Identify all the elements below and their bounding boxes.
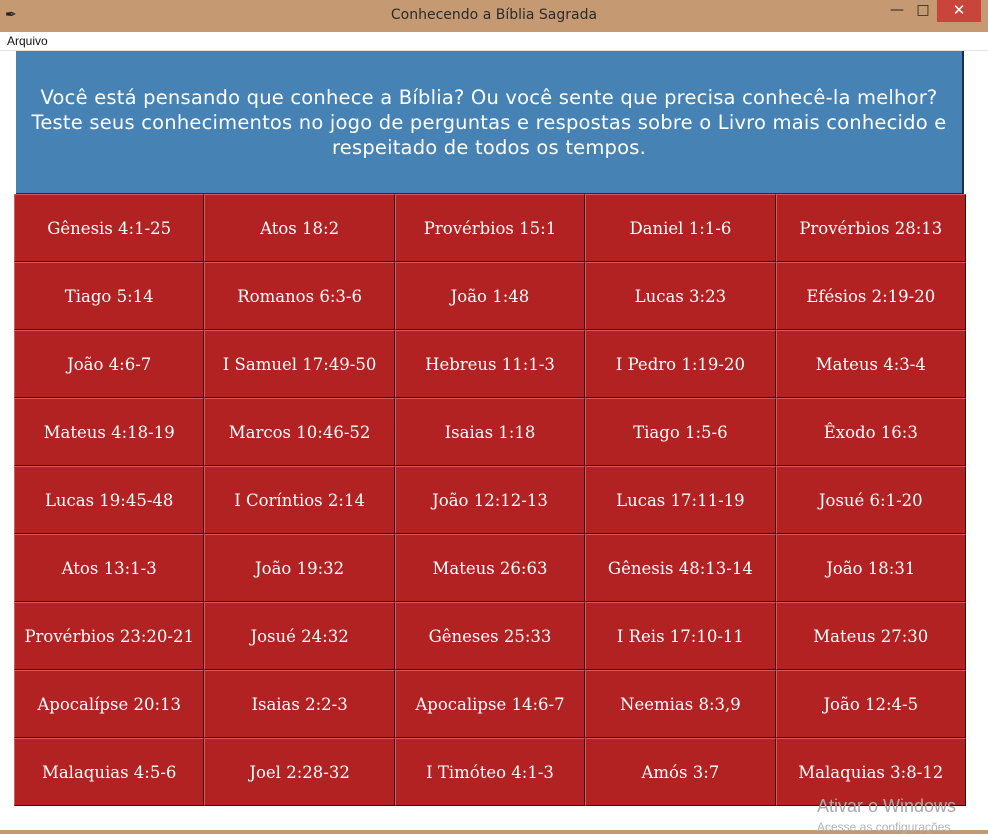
verse-button[interactable]: Neemias 8:3,9 (585, 670, 776, 738)
verse-button[interactable]: Provérbios 15:1 (394, 194, 586, 262)
verse-button[interactable]: Isaias 1:18 (394, 398, 586, 466)
verse-button[interactable]: Mateus 4:18-19 (14, 398, 205, 466)
menu-bar: Arquivo (0, 32, 988, 51)
verse-button[interactable]: Mateus 26:63 (394, 534, 586, 602)
minimize-button[interactable]: — (884, 0, 910, 22)
verse-button[interactable]: I Reis 17:10-11 (585, 602, 776, 670)
window-client-area: Arquivo Você está pensando que conhece a… (0, 32, 988, 834)
verse-button[interactable]: I Timóteo 4:1-3 (394, 738, 586, 806)
verse-button[interactable]: I Pedro 1:19-20 (585, 330, 776, 398)
close-button[interactable]: ✕ (937, 0, 981, 22)
verse-button[interactable]: Isaias 2:2-3 (204, 670, 395, 738)
verse-button[interactable]: Lucas 19:45-48 (14, 466, 205, 534)
verse-button[interactable]: Amós 3:7 (585, 738, 776, 806)
verse-button[interactable]: Gênesis 48:13-14 (585, 534, 776, 602)
verse-button[interactable]: Atos 13:1-3 (14, 534, 205, 602)
intro-text: Você está pensando que conhece a Bíblia?… (31, 85, 947, 159)
activation-watermark: Ativar o Windows (817, 796, 957, 816)
window-title: Conhecendo a Bíblia Sagrada (390, 7, 598, 23)
verse-button[interactable]: Gêneses 25:33 (394, 602, 586, 670)
maximize-button[interactable]: □ (910, 0, 936, 22)
intro-panel: Você está pensando que conhece a Bíblia?… (16, 51, 964, 195)
verse-button[interactable]: Efésios 2:19-20 (775, 262, 966, 330)
verse-button[interactable]: Atos 18:2 (204, 194, 395, 262)
verse-button[interactable]: Malaquias 4:5-6 (14, 738, 205, 806)
verse-button[interactable]: Mateus 4:3-4 (775, 330, 966, 398)
verse-button[interactable]: Daniel 1:1-6 (585, 194, 776, 262)
verse-button[interactable]: Josué 24:32 (204, 602, 395, 670)
verse-button[interactable]: Romanos 6:3-6 (204, 262, 395, 330)
verse-button[interactable]: João 1:48 (394, 262, 586, 330)
window-titlebar[interactable]: ✒ Conhecendo a Bíblia Sagrada — □ ✕ (0, 0, 988, 32)
verse-button[interactable]: João 4:6-7 (14, 330, 205, 398)
activation-watermark-sub: Acesse as configurações (817, 820, 951, 834)
verse-button-grid: Gênesis 4:1-25 Atos 18:2 Provérbios 15:1 Da… (14, 194, 966, 806)
verse-button[interactable]: João 12:12-13 (394, 466, 586, 534)
verse-button[interactable]: João 19:32 (204, 534, 395, 602)
verse-button[interactable]: João 18:31 (775, 534, 966, 602)
verse-button[interactable]: Lucas 17:11-19 (585, 466, 776, 534)
verse-button[interactable]: I Coríntios 2:14 (204, 466, 395, 534)
verse-button[interactable]: Mateus 27:30 (775, 602, 966, 670)
verse-button[interactable]: Gênesis 4:1-25 (14, 194, 205, 262)
verse-button[interactable]: Provérbios 23:20-21 (14, 602, 205, 670)
verse-button[interactable]: Lucas 3:23 (585, 262, 776, 330)
menu-file[interactable]: Arquivo (7, 34, 48, 48)
verse-button[interactable]: Josué 6:1-20 (775, 466, 966, 534)
verse-button[interactable]: Marcos 10:46-52 (204, 398, 395, 466)
verse-button[interactable]: I Samuel 17:49-50 (204, 330, 395, 398)
verse-button[interactable]: Joel 2:28-32 (204, 738, 395, 806)
verse-button[interactable]: Êxodo 16:3 (775, 398, 966, 466)
verse-button[interactable]: João 12:4-5 (775, 670, 966, 738)
verse-button[interactable]: Tiago 5:14 (14, 262, 205, 330)
verse-button[interactable]: Provérbios 28:13 (775, 194, 966, 262)
verse-button[interactable]: Tiago 1:5-6 (585, 398, 776, 466)
verse-button[interactable]: Apocalípse 20:13 (14, 670, 205, 738)
verse-button[interactable]: Hebreus 11:1-3 (394, 330, 586, 398)
verse-button[interactable]: Apocalipse 14:6-7 (394, 670, 586, 738)
